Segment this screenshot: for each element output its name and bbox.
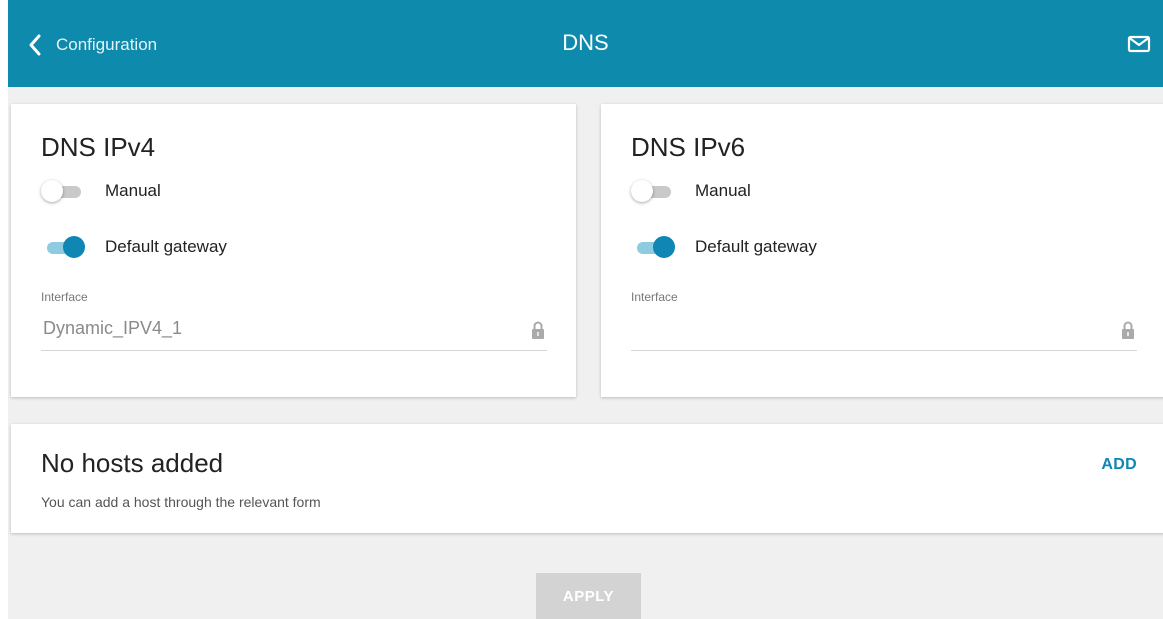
dns-ipv6-manual-toggle[interactable] xyxy=(631,178,677,204)
dns-ipv4-default-gateway-toggle[interactable] xyxy=(41,234,87,260)
dns-ipv4-card: DNS IPv4 Manual Default gateway Interfac… xyxy=(11,104,576,397)
dns-ipv6-manual-label: Manual xyxy=(695,181,751,200)
hosts-title: No hosts added xyxy=(41,448,224,478)
dns-ipv4-title: DNS IPv4 xyxy=(41,132,156,162)
dns-ipv6-interface-label: Interface xyxy=(631,290,678,304)
page-title: DNS xyxy=(562,30,609,55)
dns-ipv6-default-gateway-label: Default gateway xyxy=(695,237,817,256)
lock-icon xyxy=(532,321,544,339)
dns-ipv4-interface-field: Dynamic_IPV4_1 xyxy=(41,310,547,351)
dns-ipv4-default-gateway-label: Default gateway xyxy=(105,237,227,256)
add-host-button[interactable]: ADD xyxy=(1101,456,1137,474)
dns-ipv4-manual-label: Manual xyxy=(105,181,161,200)
hosts-card: No hosts added You can add a host throug… xyxy=(11,424,1163,533)
dns-ipv6-interface-field xyxy=(631,310,1137,351)
dns-ipv4-gateway-row: Default gateway xyxy=(41,232,227,262)
apply-button[interactable]: APPLY xyxy=(536,573,641,619)
lock-icon xyxy=(1122,321,1134,339)
top-bar: Configuration DNS xyxy=(8,0,1163,87)
dns-ipv6-gateway-row: Default gateway xyxy=(631,232,817,262)
dns-ipv4-manual-toggle[interactable] xyxy=(41,178,87,204)
hosts-subtitle: You can add a host through the relevant … xyxy=(41,494,321,510)
dns-ipv6-default-gateway-toggle[interactable] xyxy=(631,234,677,260)
dns-ipv6-manual-row: Manual xyxy=(631,176,751,206)
app-window: Configuration DNS DNS IPv4 Manual Defaul… xyxy=(8,0,1163,619)
envelope-icon[interactable] xyxy=(1127,34,1151,54)
dns-ipv4-interface-label: Interface xyxy=(41,290,88,304)
dns-ipv4-interface-value: Dynamic_IPV4_1 xyxy=(43,318,183,338)
dns-ipv6-card: DNS IPv6 Manual Default gateway Interfac… xyxy=(601,104,1163,397)
dns-ipv6-title: DNS IPv6 xyxy=(631,132,746,162)
dns-ipv4-manual-row: Manual xyxy=(41,176,161,206)
